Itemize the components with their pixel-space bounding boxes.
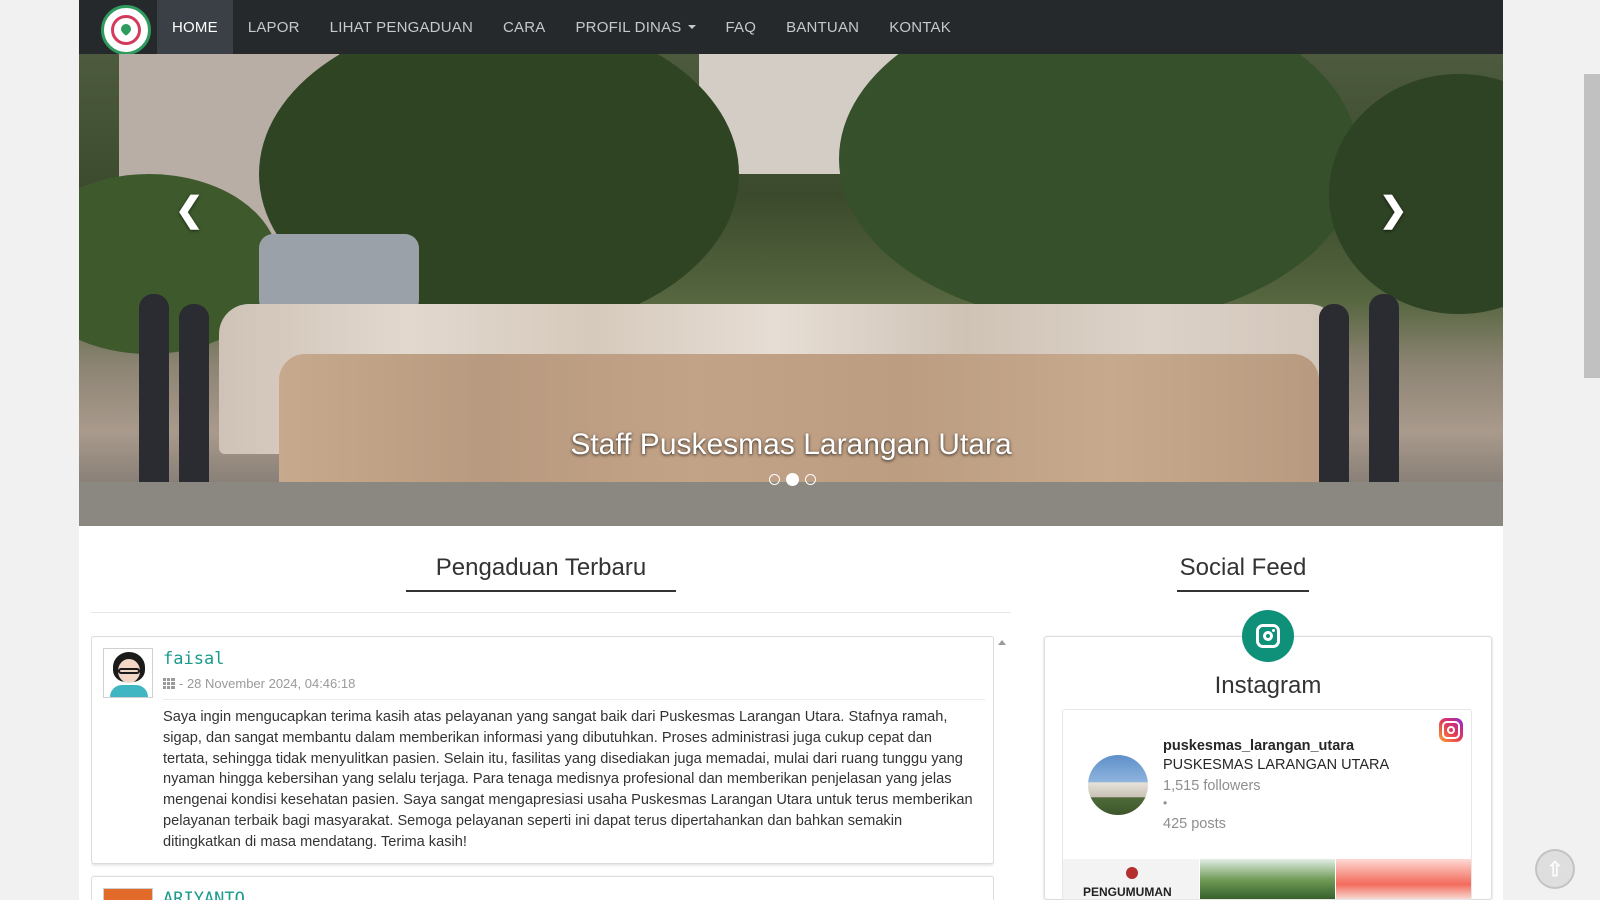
complaint-author[interactable]: ARIYANTO [163, 889, 245, 900]
instagram-display-name: PUSKESMAS LARANGAN UTARA [1163, 757, 1390, 773]
photo-tree [839, 54, 1359, 324]
scrollbar-thumb[interactable] [1584, 74, 1600, 378]
photo-person [139, 294, 169, 494]
complaint-date: - 28 November 2024, 04:46:18 [179, 676, 356, 691]
nav-item-home[interactable]: HOME [157, 0, 233, 54]
navbar: HOME LAPOR LIHAT PENGADUAN CARA PROFIL D… [79, 0, 1503, 55]
instagram-post-thumb[interactable] [1336, 859, 1471, 899]
instagram-posts-count: 425 posts [1163, 816, 1226, 832]
nav-item-kontak[interactable]: KONTAK [874, 0, 966, 54]
complaint-feed[interactable]: faisal - 28 November 2024, 04:46:18 Saya… [91, 636, 994, 900]
avatar [103, 648, 153, 698]
instagram-profile[interactable]: puskesmas_larangan_utara PUSKESMAS LARAN… [1062, 709, 1472, 900]
instagram-title: Instagram [1214, 672, 1322, 699]
carousel-dot-2[interactable] [786, 473, 799, 486]
complaint-card: ARIYANTO [91, 876, 994, 900]
avatar [103, 888, 153, 900]
photo-person [179, 304, 209, 494]
instagram-handle[interactable]: puskesmas_larangan_utara [1163, 738, 1354, 754]
instagram-post-thumb[interactable]: PENGUMUMAN [1063, 859, 1199, 899]
nav-item-cara[interactable]: CARA [488, 0, 560, 54]
nav-item-bantuan[interactable]: BANTUAN [771, 0, 874, 54]
complaints-title-underline [406, 590, 676, 592]
carousel-dot-3[interactable] [805, 474, 816, 485]
bullet-separator: • [1163, 796, 1168, 810]
grid-icon [163, 678, 175, 689]
nav-item-lihat-pengaduan[interactable]: LIHAT PENGADUAN [315, 0, 488, 54]
emblem-icon [1126, 867, 1138, 879]
instagram-logo-icon[interactable] [1439, 718, 1463, 742]
nav-item-lapor[interactable]: LAPOR [233, 0, 315, 54]
photo-tree [1329, 74, 1503, 314]
nav-item-faq[interactable]: FAQ [711, 0, 772, 54]
instagram-thumbnails: PENGUMUMAN [1063, 859, 1471, 899]
chevron-right-icon[interactable]: ❯ [1379, 190, 1408, 230]
scroll-up-arrow-icon[interactable] [998, 640, 1006, 645]
photo-person [1319, 304, 1349, 494]
instagram-post-thumb[interactable] [1199, 859, 1336, 899]
nav-item-profil-dinas-label: PROFIL DINAS [575, 18, 682, 36]
complaint-meta: - 28 November 2024, 04:46:18 [163, 676, 355, 691]
divider [91, 612, 1011, 613]
photo-ground [79, 482, 1503, 526]
nav-item-profil-dinas[interactable]: PROFIL DINAS [560, 0, 710, 54]
page: HOME LAPOR LIHAT PENGADUAN CARA PROFIL D… [79, 0, 1503, 900]
logo-icon[interactable] [101, 5, 151, 55]
carousel-indicators [769, 473, 816, 486]
hero-carousel: ❮ ❯ Staff Puskesmas Larangan Utara [79, 54, 1503, 526]
instagram-icon[interactable] [1242, 610, 1294, 662]
carousel-caption: Staff Puskesmas Larangan Utara [570, 428, 1012, 461]
carousel-dot-1[interactable] [769, 474, 780, 485]
caret-down-icon [687, 25, 696, 29]
complaint-card: faisal - 28 November 2024, 04:46:18 Saya… [91, 636, 994, 864]
instagram-followers: 1,515 followers [1163, 778, 1261, 794]
photo-staff-seated [279, 354, 1319, 494]
social-title-underline [1177, 590, 1309, 592]
divider [163, 699, 985, 700]
chevron-left-icon[interactable]: ❮ [175, 190, 204, 230]
back-to-top-icon[interactable]: ⇧ [1535, 849, 1575, 889]
nav-menu: HOME LAPOR LIHAT PENGADUAN CARA PROFIL D… [157, 0, 966, 54]
thumb-label: PENGUMUMAN [1083, 885, 1172, 899]
complaint-text: Saya ingin mengucapkan terima kasih atas… [163, 709, 973, 850]
photo-person [1369, 294, 1399, 494]
instagram-avatar[interactable] [1088, 755, 1148, 815]
social-title: Social Feed [1179, 554, 1307, 581]
photo-car [259, 234, 419, 314]
complaints-title: Pengaduan Terbaru [435, 554, 647, 581]
complaint-author[interactable]: faisal [163, 649, 224, 669]
